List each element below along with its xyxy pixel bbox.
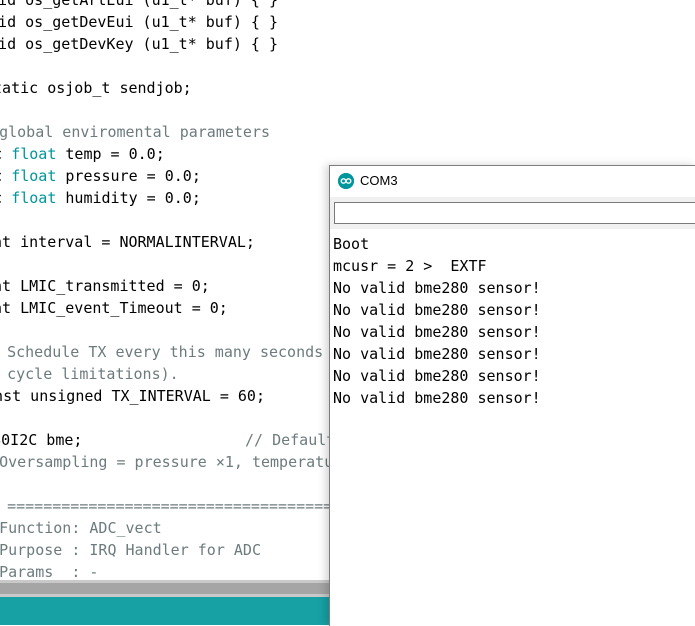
code-line: // global enviromental parameters	[0, 121, 298, 143]
code-line: * Params : -	[0, 561, 126, 580]
serial-output-line: Boot	[333, 235, 370, 253]
code-token: int LMIC_event_Timeout = 0;	[0, 299, 228, 317]
serial-output-line: No valid bme280 sensor!	[333, 367, 541, 385]
code-line: static float pressure = 0.0;	[0, 165, 253, 187]
serial-output-line: No valid bme280 sensor!	[333, 301, 541, 319]
code-token: * Params : -	[0, 563, 99, 580]
code-line: * Function: ADC_vect	[0, 517, 190, 539]
arduino-icon	[338, 173, 354, 189]
code-token: static	[0, 145, 11, 163]
code-token: humidity = 0.0;	[56, 189, 201, 207]
code-line: int LMIC_transmitted = 0;	[0, 275, 226, 297]
code-line: * Purpose : IRQ Handler for ADC	[0, 539, 289, 561]
code-token: BME280I2C bme;	[0, 431, 83, 449]
code-token: float	[11, 189, 57, 207]
code-line: void os_getDevEui (u1_t* buf) { }	[0, 11, 298, 33]
code-token: * Purpose : IRQ Handler for ADC	[0, 541, 261, 559]
code-token: pressure = 0.0;	[56, 167, 201, 185]
code-token: int interval = NORMALINTERVAL;	[0, 233, 255, 251]
code-token: const unsigned TX_INTERVAL = 60;	[0, 387, 265, 405]
code-token: void os_getDevKey (u1_t* buf) { }	[0, 35, 279, 53]
code-line: const unsigned TX_INTERVAL = 60;	[0, 385, 289, 407]
code-line: static osjob_t sendjob;	[0, 77, 208, 99]
send-bar	[330, 197, 695, 229]
serial-output-line: mcusr = 2 > EXTF	[333, 257, 487, 275]
code-line: static float temp = 0.0;	[0, 143, 217, 165]
code-token: static	[0, 167, 11, 185]
code-token: float	[11, 145, 57, 163]
code-token: * Function: ADC_vect	[0, 519, 162, 537]
code-token: temp = 0.0;	[56, 145, 165, 163]
code-line: // cycle limitations).	[0, 363, 199, 385]
serial-output-line: No valid bme280 sensor!	[333, 279, 541, 297]
code-line: static float humidity = 0.0;	[0, 187, 253, 209]
code-token: // global enviromental parameters	[0, 123, 271, 141]
code-token: static osjob_t sendjob;	[0, 79, 192, 97]
code-line: void os_getArtEui (u1_t* buf) { }	[0, 0, 298, 11]
code-line: int LMIC_event_Timeout = 0;	[0, 297, 244, 319]
code-token: float	[11, 167, 57, 185]
serial-monitor-window: COM3 Boot mcusr = 2 > EXTF No valid bme280…	[329, 165, 695, 626]
serial-output-line: No valid bme280 sensor!	[333, 389, 541, 407]
code-token: static	[0, 189, 11, 207]
code-token: void os_getDevEui (u1_t* buf) { }	[0, 13, 279, 31]
serial-monitor-titlebar[interactable]: COM3	[330, 166, 695, 197]
scrollbar-thumb[interactable]	[0, 583, 330, 594]
serial-output-line: No valid bme280 sensor!	[333, 323, 541, 341]
editor-status-bar	[0, 597, 330, 625]
code-token: int LMIC_transmitted = 0;	[0, 277, 210, 295]
serial-send-input[interactable]	[334, 202, 695, 224]
serial-output-area[interactable]: Boot mcusr = 2 > EXTF No valid bme280 sens…	[330, 229, 695, 626]
code-token: void os_getArtEui (u1_t* buf) { }	[0, 0, 279, 9]
code-token: // cycle limitations).	[7, 365, 179, 383]
serial-monitor-title: COM3	[360, 173, 398, 188]
editor-horizontal-scrollbar[interactable]	[0, 580, 330, 597]
code-line: int interval = NORMALINTERVAL;	[0, 231, 271, 253]
serial-output-line: No valid bme280 sensor!	[333, 345, 541, 363]
code-line: void os_getDevKey (u1_t* buf) { }	[0, 33, 298, 55]
